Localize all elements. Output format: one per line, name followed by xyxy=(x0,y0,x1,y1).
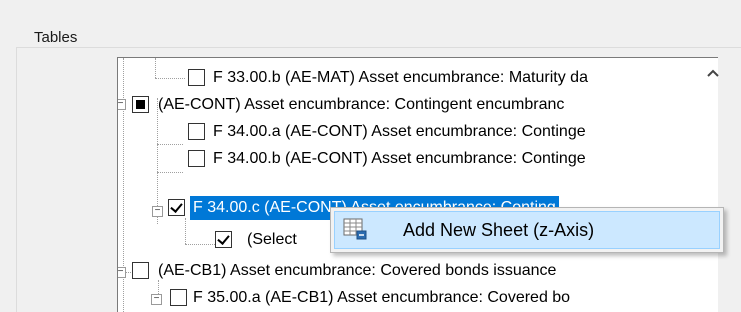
tree-line xyxy=(157,172,183,173)
tree-line xyxy=(157,144,183,145)
add-new-sheet-menu-item[interactable]: Add New Sheet (z-Axis) xyxy=(334,211,720,249)
tree-line xyxy=(185,218,186,244)
tree-line xyxy=(185,244,215,245)
tree-item-label: (AE-CONT) Asset encumbrance: Contingent … xyxy=(158,96,565,113)
tree-item-label: F 35.00.a (AE-CB1) Asset encumbrance: Co… xyxy=(193,289,571,306)
tree-line xyxy=(155,58,156,78)
item-checkbox[interactable] xyxy=(132,262,149,279)
item-checkbox[interactable] xyxy=(170,289,187,306)
menu-item-label: Add New Sheet (z-Axis) xyxy=(403,220,595,240)
tree-item-label: (Select xyxy=(247,231,297,248)
tree-item-label: F 33.00.b (AE-MAT) Asset encumbrance: Ma… xyxy=(213,69,588,86)
collapse-icon[interactable]: − xyxy=(118,267,126,278)
groupbox-title: Tables xyxy=(32,29,80,46)
item-checkbox[interactable] xyxy=(188,69,205,86)
collapse-icon[interactable]: − xyxy=(152,206,163,217)
collapse-icon[interactable]: − xyxy=(151,294,162,305)
tree-line xyxy=(155,78,185,79)
chevron-up-icon[interactable] xyxy=(702,62,724,84)
tree-item-label: (AE-CB1) Asset encumbrance: Covered bond… xyxy=(158,262,557,279)
tables-tree[interactable]: F 33.00.b (AE-MAT) Asset encumbrance: Ma… xyxy=(117,57,718,312)
tree-item-label: F 34.00.a (AE-CONT) Asset encumbrance: C… xyxy=(213,123,586,140)
item-checkbox[interactable] xyxy=(215,231,232,248)
item-checkbox[interactable] xyxy=(168,199,185,216)
context-menu: Add New Sheet (z-Axis) xyxy=(330,207,724,253)
tree-item-label: F 34.00.b (AE-CONT) Asset encumbrance: C… xyxy=(213,150,586,167)
add-sheet-icon xyxy=(343,218,367,240)
item-checkbox[interactable] xyxy=(188,123,205,140)
item-checkbox[interactable] xyxy=(132,96,149,113)
item-checkbox[interactable] xyxy=(188,150,205,167)
collapse-icon[interactable]: − xyxy=(118,99,126,110)
